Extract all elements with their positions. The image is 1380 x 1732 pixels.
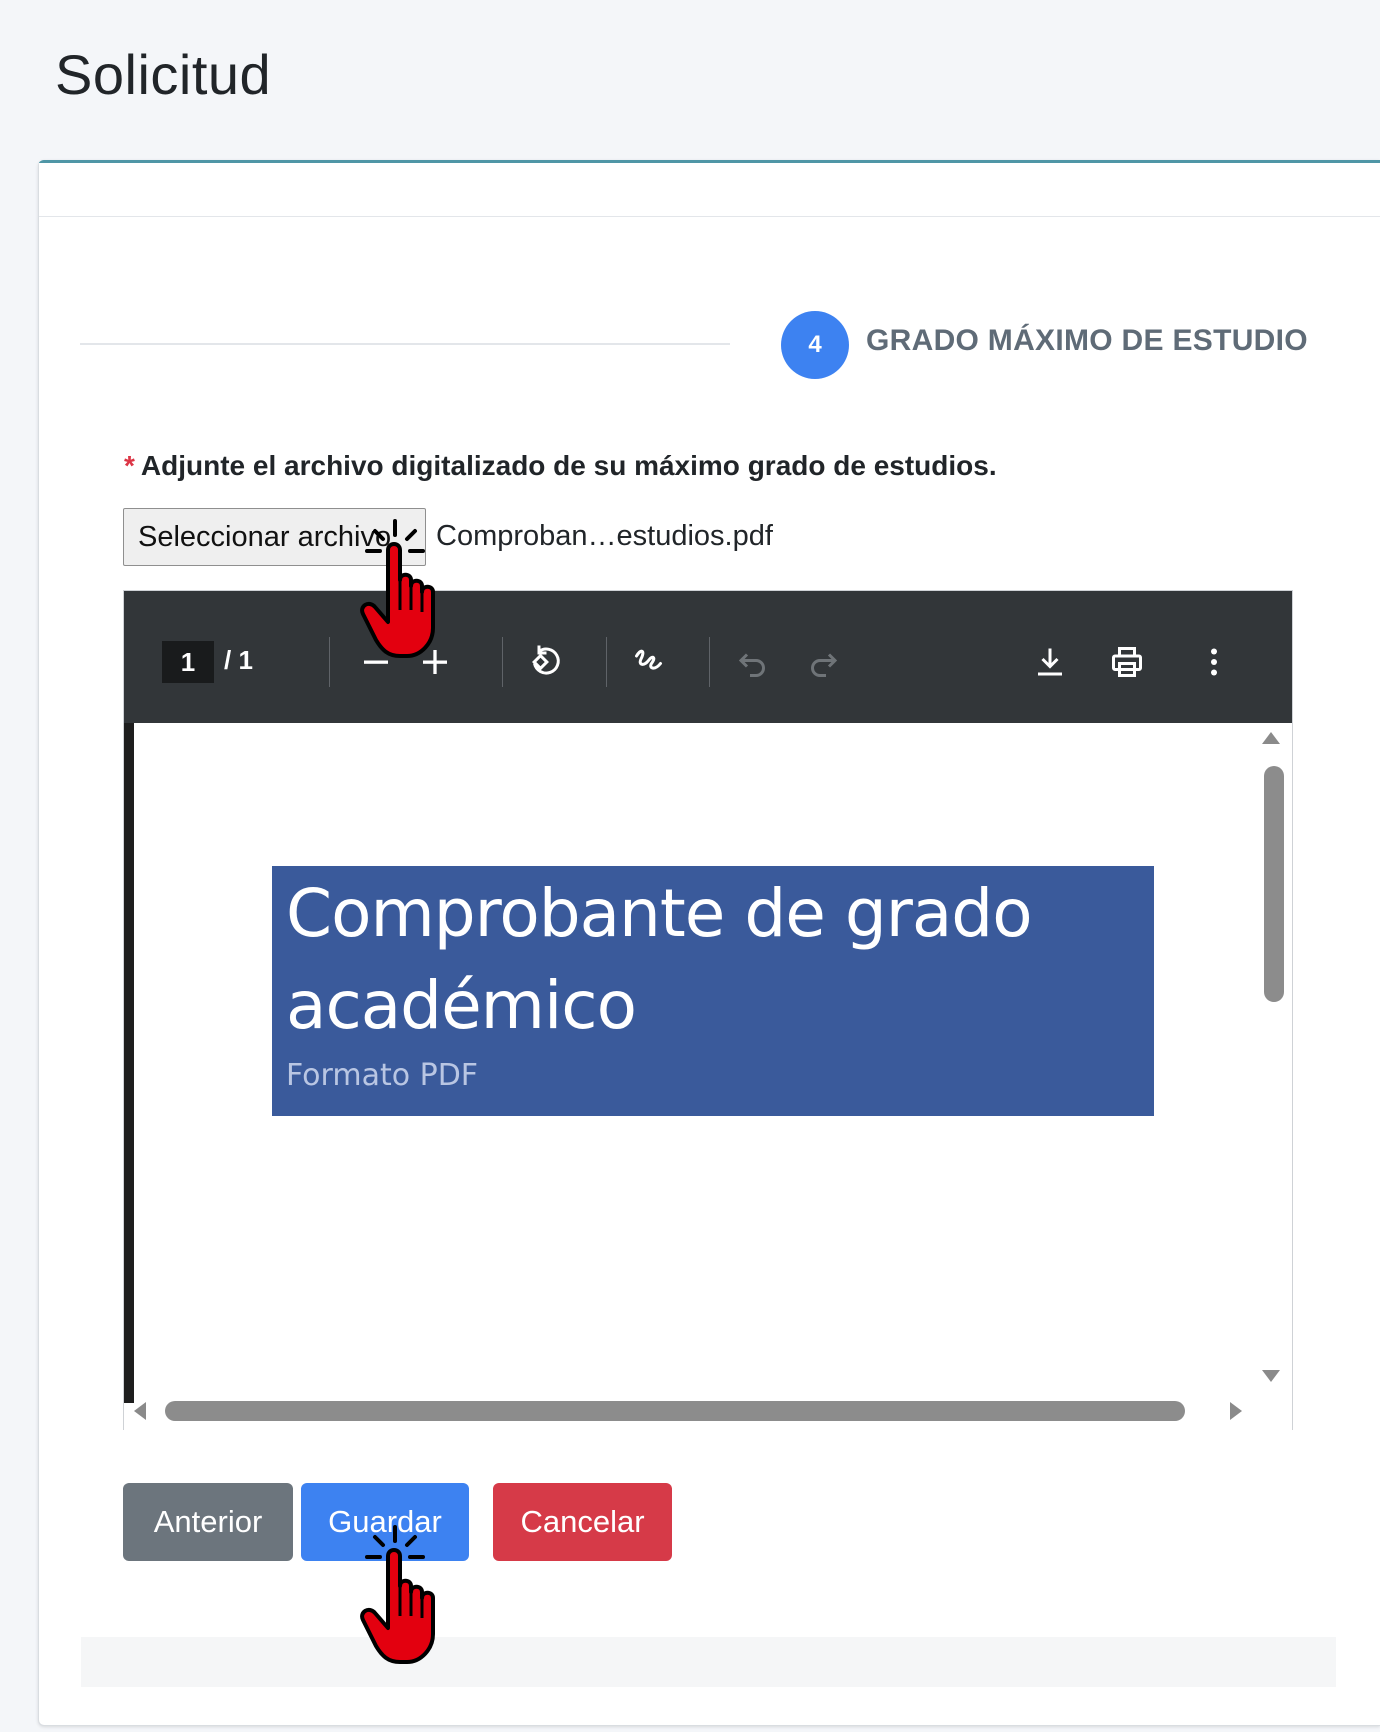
pdf-page-total: / 1 — [224, 645, 253, 675]
redo-icon[interactable] — [797, 636, 849, 688]
previous-button[interactable]: Anterior — [123, 1483, 293, 1561]
stepper-line — [80, 343, 730, 345]
pdf-page-edge — [124, 723, 134, 1403]
step-number-badge: 4 — [781, 311, 849, 379]
print-icon[interactable] — [1101, 636, 1153, 688]
step-title: GRADO MÁXIMO DE ESTUDIO — [866, 324, 1308, 357]
scroll-down-arrow[interactable] — [1262, 1370, 1280, 1382]
vertical-scrollbar-thumb[interactable] — [1264, 766, 1284, 1002]
undo-icon[interactable] — [727, 636, 779, 688]
file-field-label-text: Adjunte el archivo digitalizado de su má… — [140, 450, 997, 481]
file-field-label: * Adjunte el archivo digitalizado de su m… — [124, 450, 997, 482]
scroll-right-arrow[interactable] — [1230, 1402, 1242, 1420]
toolbar-divider — [502, 637, 503, 687]
pdf-toolbar: 1 / 1 — [124, 591, 1292, 723]
annotate-icon[interactable] — [624, 636, 676, 688]
selected-file-name: Comproban…estudios.pdf — [436, 520, 773, 552]
rotate-icon[interactable] — [519, 636, 571, 688]
zoom-in-icon[interactable] — [409, 636, 461, 688]
scroll-left-arrow[interactable] — [134, 1402, 146, 1420]
horizontal-scrollbar-thumb[interactable] — [165, 1401, 1185, 1421]
pdf-page-input[interactable]: 1 — [162, 641, 214, 683]
card-footer — [81, 1637, 1336, 1687]
toolbar-divider — [329, 637, 330, 687]
more-options-icon[interactable] — [1188, 636, 1240, 688]
document-title: Comprobante de grado académico — [286, 875, 1033, 1044]
page-title: Solicitud — [55, 43, 272, 106]
select-file-button[interactable]: Seleccionar archivo — [123, 508, 426, 566]
save-button[interactable]: Guardar — [301, 1483, 469, 1561]
toolbar-divider — [606, 637, 607, 687]
document-subtitle: Formato PDF — [286, 1058, 479, 1093]
required-mark: * — [124, 450, 135, 481]
scroll-up-arrow[interactable] — [1262, 732, 1280, 744]
toolbar-divider — [709, 637, 710, 687]
card-header — [39, 163, 1380, 217]
zoom-out-icon[interactable] — [350, 636, 402, 688]
download-icon[interactable] — [1024, 636, 1076, 688]
cancel-button[interactable]: Cancelar — [493, 1483, 672, 1561]
